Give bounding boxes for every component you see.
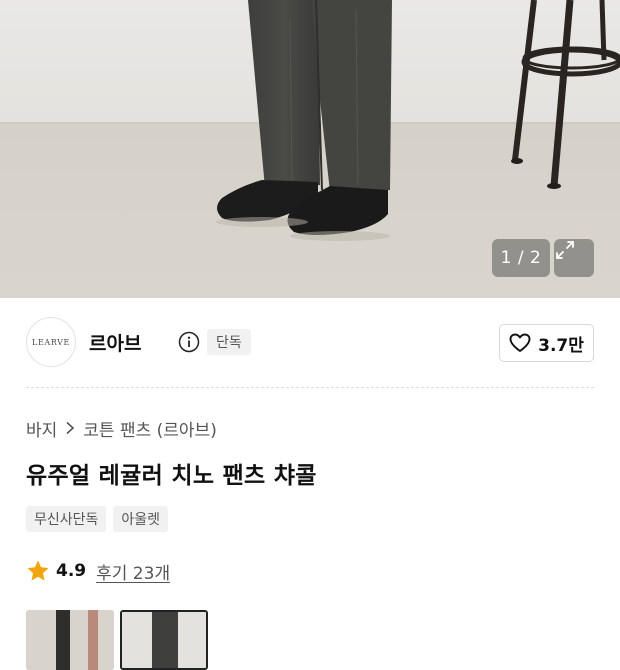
product-tags: 무신사단독 아울렛 bbox=[26, 506, 169, 532]
rating-score: 4.9 bbox=[56, 561, 87, 581]
brand-row: LEARVE 르아브 단독 3.7만 bbox=[26, 316, 594, 370]
breadcrumb: 바지 코튼 팬츠 (르아브) bbox=[26, 416, 217, 441]
expand-icon bbox=[556, 241, 574, 259]
like-count: 3.7만 bbox=[538, 335, 584, 356]
breadcrumb-subcategory[interactable]: 코튼 팬츠 (르아브) bbox=[83, 416, 217, 441]
image-pager: 1 / 2 bbox=[492, 239, 550, 277]
thumbnail-item[interactable] bbox=[26, 610, 114, 670]
brand-name[interactable]: 르아브 bbox=[89, 329, 141, 356]
product-title: 유주얼 레귤러 치노 팬츠 챠콜 bbox=[26, 463, 317, 489]
exclusive-badge: 단독 bbox=[207, 329, 251, 355]
like-button[interactable]: 3.7만 bbox=[499, 324, 594, 362]
tag-outlet: 아울렛 bbox=[113, 506, 169, 532]
pager-text: 1 / 2 bbox=[500, 248, 542, 268]
brand-logo-text: LEARVE bbox=[32, 337, 70, 347]
tag-exclusive: 무신사단독 bbox=[26, 506, 107, 532]
divider bbox=[26, 387, 594, 388]
brand-logo[interactable]: LEARVE bbox=[26, 317, 76, 367]
breadcrumb-category[interactable]: 바지 bbox=[26, 416, 57, 441]
info-icon[interactable] bbox=[178, 331, 200, 353]
thumbnail-strip bbox=[26, 610, 208, 670]
review-count-link[interactable]: 후기 23개 bbox=[96, 559, 170, 584]
star-icon bbox=[27, 560, 49, 581]
heart-icon bbox=[509, 333, 531, 352]
chevron-right-icon bbox=[65, 421, 75, 435]
thumbnail-item-selected[interactable] bbox=[120, 610, 208, 670]
product-hero-image[interactable]: 1 / 2 bbox=[0, 0, 620, 298]
expand-button[interactable] bbox=[554, 239, 594, 277]
rating-row: 4.9 후기 23개 bbox=[26, 557, 170, 585]
